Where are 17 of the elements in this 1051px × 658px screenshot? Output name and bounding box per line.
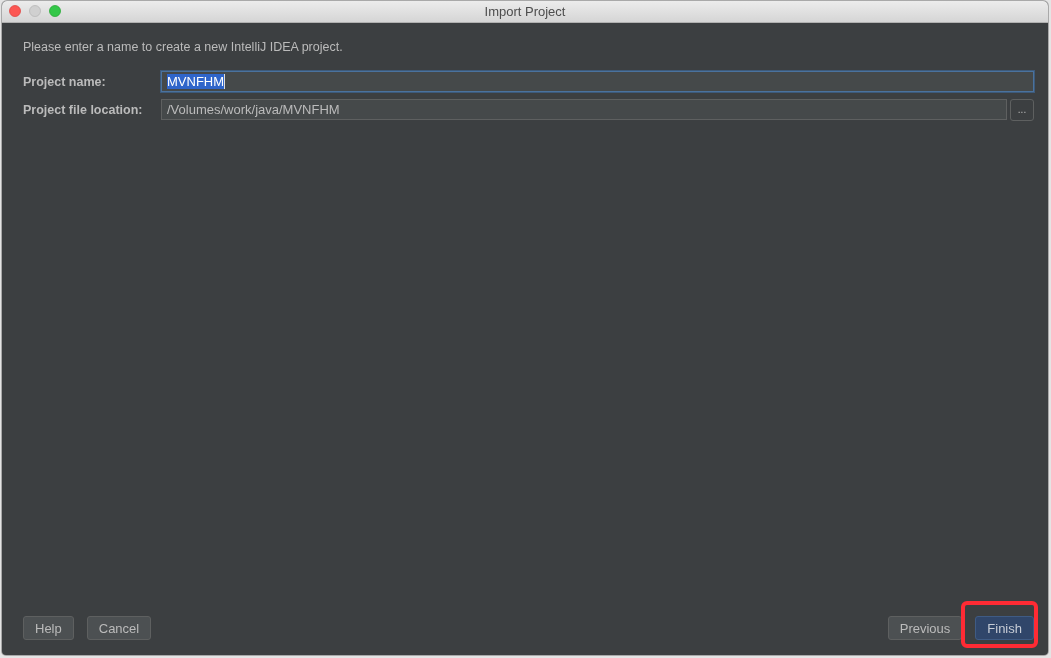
browse-button[interactable]: ... bbox=[1010, 99, 1034, 121]
dialog-button[interactable]: Finish bbox=[975, 616, 1034, 640]
text-field[interactable]: MVNFHM bbox=[161, 71, 1034, 92]
dialog-button[interactable]: Help bbox=[23, 616, 74, 640]
field-label: Project file location: bbox=[23, 103, 144, 117]
window-title: Import Project bbox=[484, 4, 566, 19]
text-field[interactable]: /Volumes/work/java/MVNFHM bbox=[161, 99, 1007, 120]
instruction-text: Please enter a name to create a new IntelliJ IDEA project. bbox=[23, 39, 344, 55]
dialog-button[interactable]: Previous bbox=[887, 616, 963, 640]
field-label: Project name: bbox=[23, 74, 107, 89]
field-value: MVNFHM bbox=[167, 74, 225, 89]
close-icon[interactable] bbox=[9, 5, 21, 17]
maximize-icon[interactable] bbox=[49, 5, 61, 17]
field-value: /Volumes/work/java/MVNFHM bbox=[167, 102, 340, 117]
text-cursor bbox=[224, 74, 226, 89]
minimize-icon[interactable] bbox=[29, 5, 41, 17]
dialog-button[interactable]: Cancel bbox=[86, 616, 152, 640]
